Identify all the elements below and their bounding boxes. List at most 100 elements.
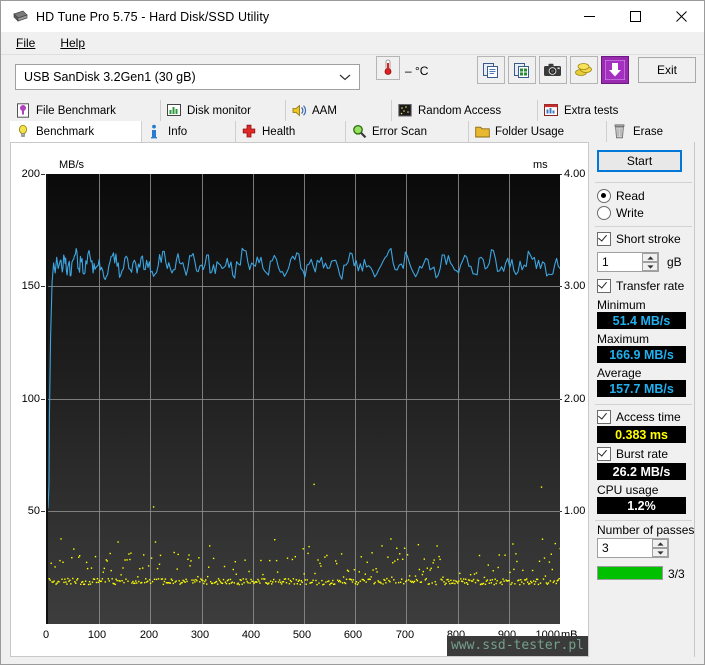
menu-help[interactable]: Help [50,34,95,52]
y-tick-150: 150 [14,280,40,292]
short-stroke-down-button[interactable] [642,262,658,271]
y-tickmark-150 [41,286,45,287]
average-value: 157.7 MB/s [597,380,686,397]
tab-health[interactable]: Health [236,121,346,142]
short-stroke-value: 1 [598,255,609,269]
tab-erase[interactable]: Erase [607,121,697,142]
tab-extra-tests[interactable]: Extra tests [538,100,697,121]
access-time-scatter [49,484,561,586]
thermometer-icon [380,58,396,79]
write-radio-row[interactable]: Write [597,206,644,220]
tab-extra-tests-label: Extra tests [564,105,618,117]
random-access-icon [398,103,412,118]
read-radio-label: Read [616,189,645,203]
start-button[interactable]: Start [597,150,682,172]
burst-rate-label: Burst rate [616,447,668,461]
settings-panel: Start Read Write Short stroke 1 [595,142,696,657]
passes-value: 3 [598,541,609,555]
access-time-checkbox[interactable] [597,410,611,424]
copy-excel-icon-button[interactable] [508,56,536,84]
extra-tests-icon [544,103,558,118]
short-stroke-checkbox[interactable] [597,232,611,246]
short-stroke-row[interactable]: Short stroke [597,232,681,246]
transfer-rate-label: Transfer rate [616,279,684,293]
average-label: Average [597,366,641,380]
access-time-label: Access time [616,410,681,424]
y-tick-200: 200 [14,168,40,180]
tab-benchmark[interactable]: Benchmark [10,121,142,142]
y2-tick-200: 2.00 [564,393,594,405]
transfer-rate-row[interactable]: Transfer rate [597,279,684,293]
copy-icon-button[interactable] [477,56,505,84]
start-button-label: Start [627,154,652,168]
menu-file[interactable]: File [6,34,45,52]
progress-bar-fill [598,567,662,579]
x-tick-500: 500 [282,629,322,641]
short-stroke-spin-buttons[interactable] [642,253,658,271]
x-tick-700: 700 [385,629,425,641]
access-time-value: 0.383 ms [597,426,686,443]
tab-folder-usage[interactable]: Folder Usage [469,121,607,142]
tab-disk-monitor[interactable]: Disk monitor [161,100,286,121]
caption-buttons [566,1,704,32]
progress-bar [597,566,663,580]
tab-info[interactable]: Info [142,121,236,142]
write-radio[interactable] [597,206,611,220]
read-radio-row[interactable]: Read [597,189,645,203]
tab-random-access[interactable]: Random Access [392,100,538,121]
burst-rate-value: 26.2 MB/s [597,463,686,480]
maximize-button[interactable] [612,1,658,32]
passes-up-button[interactable] [652,539,668,548]
tab-info-label: Info [168,126,187,138]
passes-spin-buttons[interactable] [652,539,668,557]
y-tickmark-200 [41,174,45,175]
watermark: www.ssd-tester.pl [447,636,588,656]
write-radio-label: Write [616,206,644,220]
coins-icon-button[interactable] [570,56,598,84]
passes-stepper[interactable]: 3 [597,538,669,558]
y2-tick-400: 4.00 [564,168,594,180]
tab-health-label: Health [262,126,295,138]
minimize-button[interactable] [566,1,612,32]
tab-aam[interactable]: AAM [286,100,392,121]
read-radio[interactable] [597,189,611,203]
tab-error-scan[interactable]: Error Scan [346,121,469,142]
tab-file-benchmark[interactable]: File Benchmark [10,100,161,121]
tab-error-scan-label: Error Scan [372,126,427,138]
tab-random-access-label: Random Access [418,105,501,117]
x-tick-400: 400 [231,629,271,641]
close-button[interactable] [658,1,704,32]
trash-icon [613,124,627,139]
short-stroke-up-button[interactable] [642,253,658,262]
temperature-value: – °C [405,64,428,78]
drive-select[interactable]: USB SanDisk 3.2Gen1 (30 gB) [15,64,360,90]
chart-series-svg [48,174,560,624]
drive-select-value: USB SanDisk 3.2Gen1 (30 gB) [16,70,196,84]
burst-rate-row[interactable]: Burst rate [597,447,668,461]
exit-button[interactable]: Exit [638,57,696,83]
tab-row-top: File Benchmark Disk monitor AAM Random A… [10,100,697,121]
y2-axis-unit-label: ms [533,159,548,171]
screenshot-icon-button[interactable] [539,56,567,84]
x-tick-200: 200 [129,629,169,641]
y-tick-100: 100 [14,393,40,405]
short-stroke-unit: gB [667,255,682,269]
burst-rate-checkbox[interactable] [597,447,611,461]
x-tick-0: 0 [26,629,66,641]
maximum-label: Maximum [597,332,649,346]
passes-label: Number of passes [597,523,694,537]
transfer-rate-checkbox[interactable] [597,279,611,293]
y-tickmark-50 [41,511,45,512]
temperature-indicator [376,56,400,80]
download-icon-button[interactable] [601,56,629,84]
passes-down-button[interactable] [652,548,668,557]
menu-help-label: Help [60,36,85,50]
y2-tick-100: 1.00 [564,505,594,517]
y-tickmark-100 [41,399,45,400]
short-stroke-stepper[interactable]: 1 [597,252,659,272]
access-time-row[interactable]: Access time [597,410,681,424]
x-tick-600: 600 [333,629,373,641]
app-window: HD Tune Pro 5.75 - Hard Disk/SSD Utility… [0,0,705,665]
menu-bar: File Help [1,32,704,55]
minimum-label: Minimum [597,298,646,312]
